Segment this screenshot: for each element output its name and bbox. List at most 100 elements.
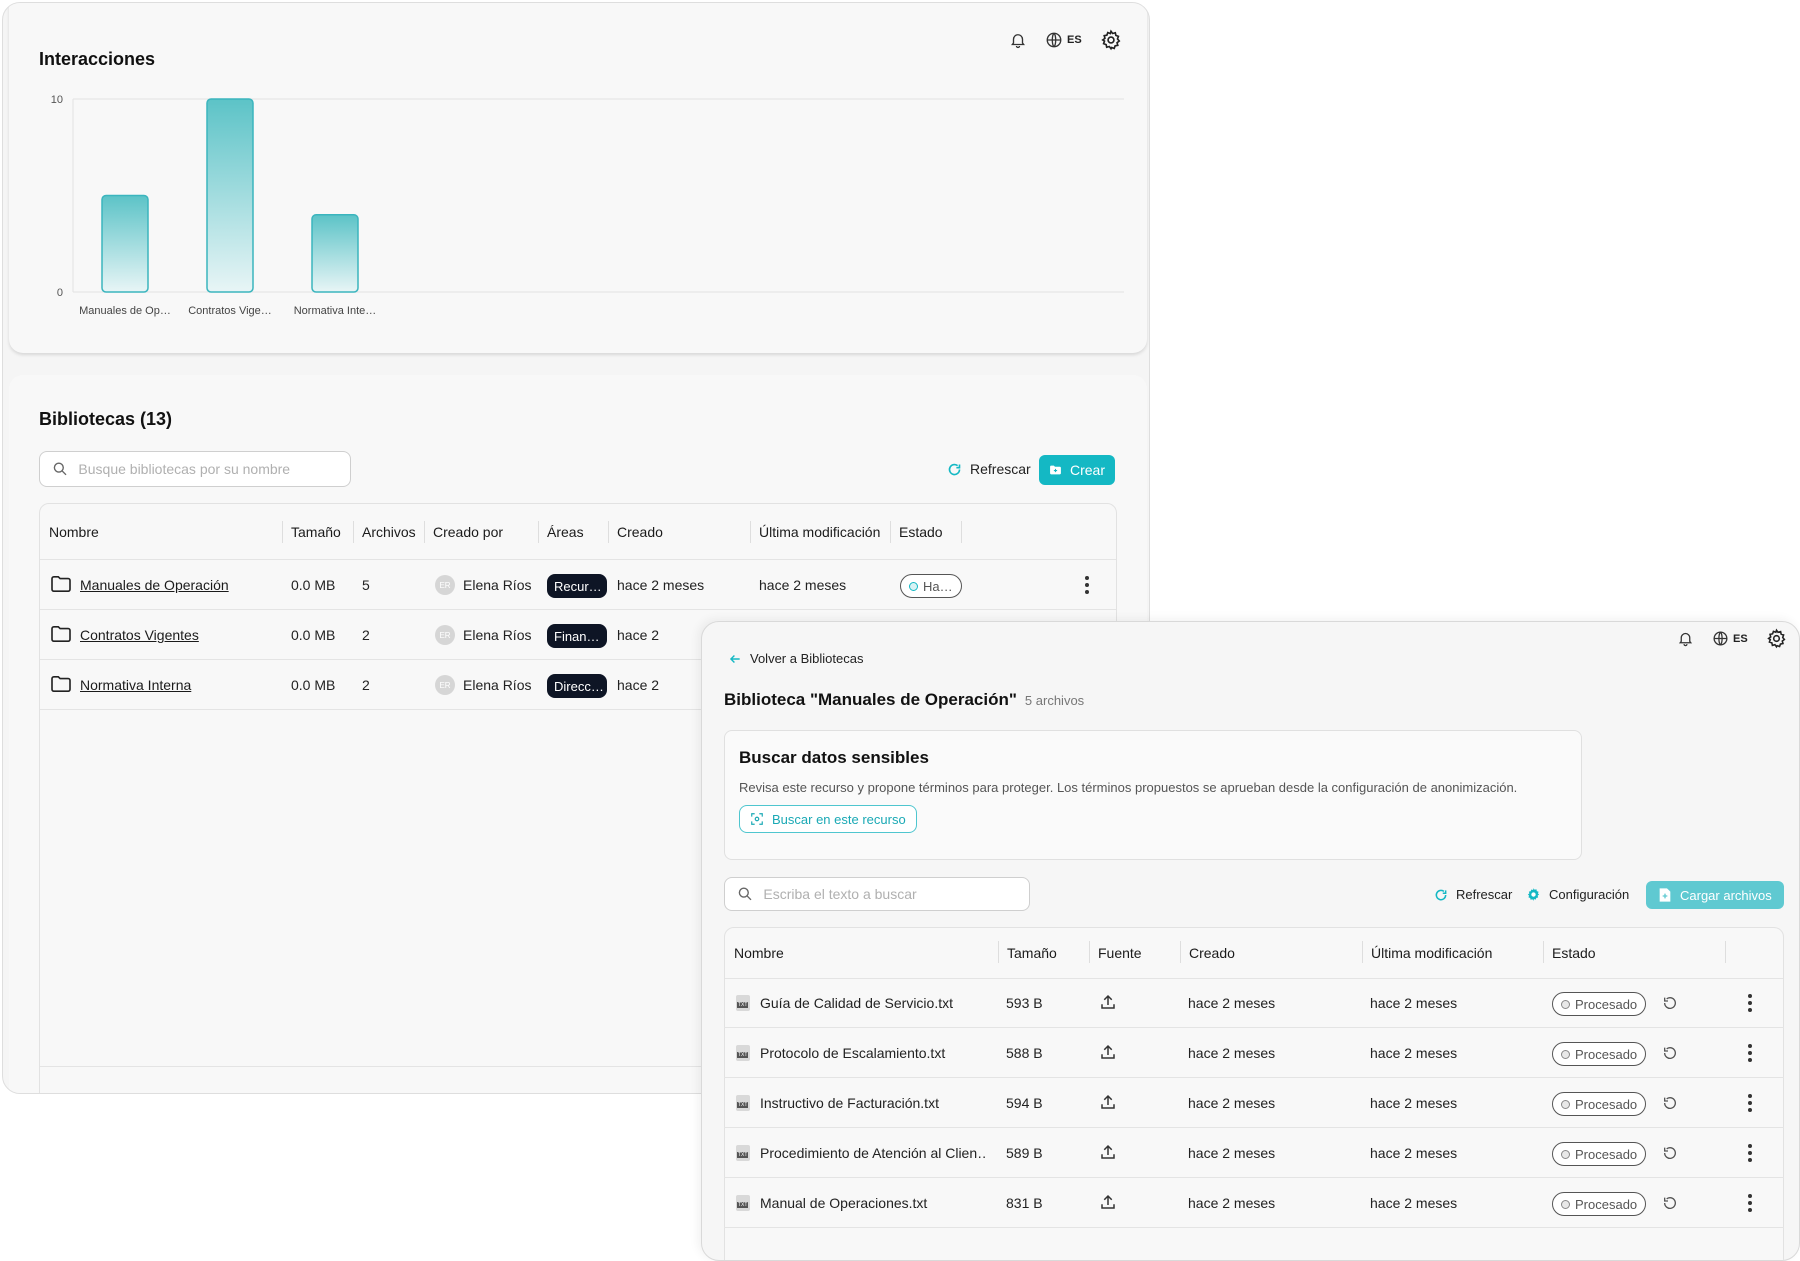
bar[interactable] xyxy=(101,194,149,293)
txt-file-icon xyxy=(736,1195,750,1211)
header-actions: ES xyxy=(1677,628,1787,649)
upload-source-icon xyxy=(1101,1094,1115,1109)
file-size: 593 B xyxy=(1006,995,1043,1011)
reprocess-icon[interactable] xyxy=(1662,1195,1678,1211)
language-selector[interactable]: ES xyxy=(1045,31,1082,49)
file-name[interactable]: Guía de Calidad de Servicio.txt xyxy=(760,995,985,1011)
scan-resource-button[interactable]: Buscar en este recurso xyxy=(739,805,917,833)
library-creator: Elena Ríos xyxy=(463,577,532,593)
col-areas[interactable]: Áreas xyxy=(547,524,584,540)
file-name[interactable]: Protocolo de Escalamiento.txt xyxy=(760,1045,985,1061)
file-name[interactable]: Procedimiento de Atención al Clien… xyxy=(760,1145,985,1161)
reprocess-icon[interactable] xyxy=(1662,995,1678,1011)
file-created: hace 2 meses xyxy=(1188,1045,1276,1061)
col-ultima-modificacion[interactable]: Última modificación xyxy=(759,524,880,540)
library-files: 2 xyxy=(362,627,370,643)
reprocess-icon[interactable] xyxy=(1662,1045,1678,1061)
refresh-label: Refrescar xyxy=(1456,887,1513,902)
row-divider xyxy=(724,1227,1784,1228)
col-nombre[interactable]: Nombre xyxy=(49,524,99,540)
status-badge: Procesado xyxy=(1552,1042,1647,1066)
row-menu-button[interactable] xyxy=(1748,1194,1752,1212)
chart-title: Interacciones xyxy=(39,49,156,69)
sensitive-data-card: Buscar datos sensibles Revisa este recur… xyxy=(724,730,1582,860)
col-ultima-modificacion[interactable]: Última modificación xyxy=(1371,945,1492,961)
upload-source-icon xyxy=(1101,1194,1115,1209)
file-created: hace 2 meses xyxy=(1188,1095,1276,1111)
sensitive-description: Revisa este recurso y propone términos p… xyxy=(739,780,1518,795)
txt-file-icon xyxy=(736,1145,750,1161)
gear-icon[interactable] xyxy=(1100,29,1122,51)
folder-icon xyxy=(51,675,71,693)
refresh-button[interactable]: Refrescar xyxy=(947,461,1031,477)
file-modified: hace 2 meses xyxy=(1370,995,1458,1011)
libraries-search[interactable] xyxy=(39,451,351,487)
bar[interactable] xyxy=(311,214,359,293)
files-search[interactable] xyxy=(724,877,1030,911)
bar[interactable] xyxy=(206,98,254,293)
library-created: hace 2 meses xyxy=(617,577,705,593)
file-size: 588 B xyxy=(1006,1045,1043,1061)
area-tag: Direcc… xyxy=(547,674,607,698)
upload-files-button[interactable]: Cargar archivos xyxy=(1646,881,1784,909)
file-name[interactable]: Manual de Operaciones.txt xyxy=(760,1195,985,1211)
row-menu-button[interactable] xyxy=(1085,576,1089,594)
gear-icon[interactable] xyxy=(1766,628,1787,649)
folder-icon xyxy=(51,575,71,593)
libraries-search-input[interactable] xyxy=(78,461,350,477)
file-name[interactable]: Instructivo de Facturación.txt xyxy=(760,1095,985,1111)
library-name-link[interactable]: Manuales de Operación xyxy=(80,577,229,593)
library-size: 0.0 MB xyxy=(291,677,336,693)
col-nombre[interactable]: Nombre xyxy=(734,945,784,961)
library-name-link[interactable]: Contratos Vigentes xyxy=(80,627,199,643)
col-archivos[interactable]: Archivos xyxy=(362,524,416,540)
configuration-button[interactable]: Configuración xyxy=(1526,887,1629,902)
row-menu-button[interactable] xyxy=(1748,1044,1752,1062)
bell-icon[interactable] xyxy=(1677,630,1694,647)
avatar: ER xyxy=(435,575,455,595)
status-label: Procesado xyxy=(1575,1046,1638,1062)
refresh-button[interactable]: Refrescar xyxy=(1434,887,1512,902)
globe-icon xyxy=(1046,32,1062,48)
row-divider xyxy=(724,1177,1784,1178)
row-menu-button[interactable] xyxy=(1748,1144,1752,1162)
col-estado[interactable]: Estado xyxy=(1552,945,1596,961)
col-fuente[interactable]: Fuente xyxy=(1098,945,1142,961)
col-tamano[interactable]: Tamaño xyxy=(1007,945,1057,961)
row-menu-button[interactable] xyxy=(1748,994,1752,1012)
col-estado[interactable]: Estado xyxy=(899,524,943,540)
bell-icon[interactable] xyxy=(1009,31,1027,49)
upload-source-icon xyxy=(1101,994,1115,1009)
row-divider xyxy=(724,1077,1784,1078)
detail-header: Biblioteca "Manuales de Operación" 5 arc… xyxy=(724,690,1084,710)
avatar: ER xyxy=(435,675,455,695)
language-selector[interactable]: ES xyxy=(1712,630,1748,647)
library-title: Biblioteca "Manuales de Operación" xyxy=(724,690,1017,709)
refresh-label: Refrescar xyxy=(970,461,1031,477)
col-creado[interactable]: Creado xyxy=(1189,945,1235,961)
col-creado[interactable]: Creado xyxy=(617,524,663,540)
configuration-label: Configuración xyxy=(1549,887,1630,902)
file-modified: hace 2 meses xyxy=(1370,1195,1458,1211)
reprocess-icon[interactable] xyxy=(1662,1095,1678,1111)
library-modified: hace 2 meses xyxy=(759,577,847,593)
txt-file-icon xyxy=(736,995,750,1011)
upload-label: Cargar archivos xyxy=(1680,887,1772,903)
col-tamano[interactable]: Tamaño xyxy=(291,524,341,540)
x-tick-label: Manuales de Op… xyxy=(79,305,171,317)
create-button[interactable]: Crear xyxy=(1039,455,1115,485)
row-menu-button[interactable] xyxy=(1748,1094,1752,1112)
library-creator: Elena Ríos xyxy=(463,677,532,693)
sensitive-title: Buscar datos sensibles xyxy=(739,748,929,767)
library-name-link[interactable]: Normativa Interna xyxy=(80,677,191,693)
file-created: hace 2 meses xyxy=(1188,1195,1276,1211)
search-icon xyxy=(738,887,752,901)
files-search-input[interactable] xyxy=(763,886,1029,902)
back-button[interactable]: Volver a Bibliotecas xyxy=(728,651,863,666)
status-badge: Procesado xyxy=(1552,1142,1647,1166)
status-badge: Procesado xyxy=(1552,1092,1647,1116)
col-creado-por[interactable]: Creado por xyxy=(433,524,503,540)
status-label: Procesado xyxy=(1575,1096,1638,1112)
reprocess-icon[interactable] xyxy=(1662,1145,1678,1161)
language-code: ES xyxy=(1067,34,1082,46)
